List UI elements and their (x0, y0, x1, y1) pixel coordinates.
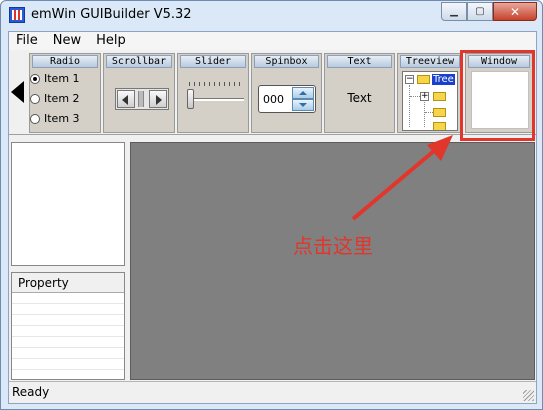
tree-root-label: Tree (432, 74, 455, 85)
palette-text-title: Text (327, 55, 392, 68)
property-row[interactable] (12, 337, 124, 348)
highlight-box (460, 50, 535, 141)
palette-slider-title: Slider (180, 55, 246, 68)
window-controls: ▁ ▢ ✕ (441, 2, 537, 21)
text-sample: Text (347, 91, 372, 105)
palette-treeview-title: Treeview (400, 55, 460, 68)
scrollbar-thumb (138, 91, 144, 107)
property-row[interactable] (12, 326, 124, 337)
radio-unchecked-icon (30, 113, 40, 124)
radio-item-label: Item 3 (44, 112, 80, 125)
slider-knob (187, 89, 194, 109)
scroll-left-arrow-icon[interactable] (11, 81, 24, 103)
radio-item-label: Item 2 (44, 92, 80, 105)
radio-item-1: Item 1 (30, 72, 80, 85)
menu-file[interactable]: File (9, 32, 46, 50)
property-row[interactable] (12, 348, 124, 359)
tree-collapse-icon: − (405, 74, 414, 84)
radio-item-label: Item 1 (44, 72, 80, 85)
slider-ticks (189, 82, 241, 86)
annotation-text: 点击这里 (293, 234, 373, 258)
annotation-arrow-icon (351, 135, 453, 221)
app-window: emWin GUIBuilder V5.32 ▁ ▢ ✕ File New He… (0, 0, 543, 410)
app-icon[interactable] (9, 7, 25, 23)
palette-radio[interactable]: Radio Item 1 Item 2 Item 3 (29, 53, 101, 133)
maximize-button[interactable]: ▢ (467, 2, 493, 21)
treeview-sample: − Tree + (402, 71, 458, 131)
resize-grip-icon[interactable] (523, 390, 534, 401)
menu-bar: File New Help (9, 32, 536, 50)
palette-treeview[interactable]: Treeview − Tree + (397, 53, 463, 133)
tree-connector (409, 85, 410, 127)
spinbox-sample: 000 (258, 85, 316, 113)
radio-item-2: Item 2 (30, 92, 80, 105)
title-bar[interactable]: emWin GUIBuilder V5.32 ▁ ▢ ✕ (1, 1, 542, 31)
property-row[interactable] (12, 359, 124, 370)
minimize-button[interactable]: ▁ (441, 2, 467, 21)
slider-track (188, 98, 244, 101)
design-canvas[interactable] (130, 142, 535, 380)
palette-radio-title: Radio (32, 55, 98, 68)
radio-unchecked-icon (30, 93, 40, 104)
property-row[interactable] (12, 304, 124, 315)
menu-help[interactable]: Help (89, 32, 134, 50)
palette-spinbox-title: Spinbox (254, 55, 319, 68)
spin-up-icon (292, 87, 314, 99)
window-title: emWin GUIBuilder V5.32 (31, 7, 192, 22)
palette-text[interactable]: Text Text (324, 53, 395, 133)
folder-icon (433, 92, 446, 101)
status-text: Ready (12, 385, 50, 399)
folder-icon (433, 122, 446, 130)
widget-toolbar: Radio Item 1 Item 2 Item 3 Scrollbar Sli… (9, 51, 536, 135)
scroll-left-icon (117, 90, 135, 108)
property-pane[interactable]: Property (11, 272, 125, 380)
tree-connector (410, 96, 420, 97)
palette-scrollbar[interactable]: Scrollbar (103, 53, 175, 133)
folder-icon (417, 75, 430, 84)
tree-connector (425, 112, 433, 113)
widget-tree-pane[interactable] (11, 142, 125, 266)
close-button[interactable]: ✕ (493, 2, 537, 21)
palette-slider[interactable]: Slider (177, 53, 249, 133)
radio-checked-icon (30, 73, 40, 84)
radio-item-3: Item 3 (30, 112, 80, 125)
palette-spinbox[interactable]: Spinbox 000 (251, 53, 322, 133)
menu-new[interactable]: New (46, 32, 89, 50)
tree-connector (424, 102, 425, 127)
scroll-right-icon (149, 90, 167, 108)
spinbox-buttons (292, 87, 314, 111)
folder-icon (433, 108, 446, 117)
property-row[interactable] (12, 315, 124, 326)
tree-expand-icon: + (420, 91, 429, 101)
scrollbar-sample (115, 88, 169, 110)
palette-scrollbar-title: Scrollbar (106, 55, 172, 68)
spin-down-icon (292, 99, 314, 111)
property-row[interactable] (12, 293, 124, 304)
spinbox-value: 000 (263, 93, 284, 106)
property-header: Property (12, 273, 124, 293)
status-bar: Ready (9, 381, 536, 403)
